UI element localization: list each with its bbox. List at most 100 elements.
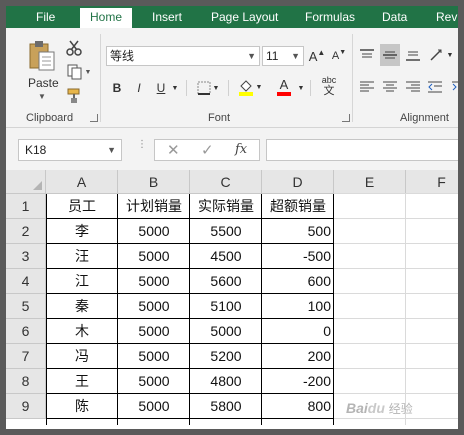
cell-b8[interactable]: 5000 xyxy=(118,369,190,394)
underline-dropdown-icon[interactable]: ▼ xyxy=(170,78,180,98)
cell-a7[interactable]: 冯 xyxy=(46,344,118,369)
cell-c1[interactable]: 实际销量 xyxy=(190,194,262,219)
cell-a8[interactable]: 王 xyxy=(46,369,118,394)
phonetic-button[interactable]: abc 文 xyxy=(316,74,342,98)
cell-a3[interactable]: 汪 xyxy=(46,244,118,269)
enter-icon[interactable]: ✓ xyxy=(201,141,214,159)
cell-b7[interactable]: 5000 xyxy=(118,344,190,369)
grow-font-button[interactable]: A ▲ xyxy=(308,46,326,66)
copy-button[interactable]: ▼ xyxy=(64,62,94,82)
select-all-corner[interactable] xyxy=(6,170,46,194)
font-color-button[interactable]: A xyxy=(270,76,298,98)
align-left-icon xyxy=(360,81,374,92)
row-header-3[interactable]: 3 xyxy=(6,244,46,269)
cell-b5[interactable]: 5000 xyxy=(118,294,190,319)
bold-button[interactable]: B xyxy=(108,78,126,98)
cell-d4[interactable]: 600 xyxy=(262,269,334,294)
borders-button[interactable]: ▼ xyxy=(194,78,222,98)
cell-c9[interactable]: 5800 xyxy=(190,394,262,419)
italic-button[interactable]: I xyxy=(130,78,148,98)
clipboard-launcher-icon[interactable] xyxy=(90,114,98,122)
cell-d5[interactable]: 100 xyxy=(262,294,334,319)
chevron-down-icon: ▼ xyxy=(255,83,263,91)
column-header-c[interactable]: C xyxy=(190,170,262,194)
cell-c5[interactable]: 5100 xyxy=(190,294,262,319)
format-painter-button[interactable] xyxy=(64,86,84,106)
cancel-icon[interactable]: ✕ xyxy=(167,141,180,159)
cell-d6[interactable]: 0 xyxy=(262,319,334,344)
fill-color-button[interactable]: ▼ xyxy=(236,76,264,98)
increase-indent-button[interactable] xyxy=(448,78,458,96)
cell-a2[interactable]: 李 xyxy=(46,219,118,244)
row-header-8[interactable]: 8 xyxy=(6,369,46,394)
cell-b1[interactable]: 计划销量 xyxy=(118,194,190,219)
cell-d8[interactable]: -200 xyxy=(262,369,334,394)
screenshot-frame: File Home Insert Page Layout Formulas Da… xyxy=(0,0,464,435)
row-header-1[interactable]: 1 xyxy=(6,194,46,219)
tab-home[interactable]: Home xyxy=(80,8,133,28)
tab-review[interactable]: Revi xyxy=(436,8,458,28)
paste-label: Paste xyxy=(28,76,59,90)
cell-a4[interactable]: 江 xyxy=(46,269,118,294)
column-header-f[interactable]: F xyxy=(406,170,458,194)
cell-a5[interactable]: 秦 xyxy=(46,294,118,319)
formula-input[interactable] xyxy=(266,139,458,161)
row-header-5[interactable]: 5 xyxy=(6,294,46,319)
cell-c8[interactable]: 4800 xyxy=(190,369,262,394)
tab-file[interactable]: File xyxy=(36,8,55,28)
cell-c3[interactable]: 4500 xyxy=(190,244,262,269)
align-left-button[interactable] xyxy=(358,78,376,96)
cell-d9[interactable]: 800 xyxy=(262,394,334,419)
font-name-combo[interactable]: 等线 ▼ xyxy=(106,46,260,66)
align-bottom-button[interactable] xyxy=(404,46,422,64)
tab-formulas[interactable]: Formulas xyxy=(305,8,355,28)
column-header-e[interactable]: E xyxy=(334,170,406,194)
column-header-a[interactable]: A xyxy=(46,170,118,194)
align-center-button[interactable] xyxy=(381,78,399,96)
gridline xyxy=(334,293,458,294)
paste-button[interactable]: Paste ▼ xyxy=(24,38,60,102)
cell-a1[interactable]: 员工 xyxy=(46,194,118,219)
cell-a6[interactable]: 木 xyxy=(46,319,118,344)
cell-d7[interactable]: 200 xyxy=(262,344,334,369)
row-header-7[interactable]: 7 xyxy=(6,344,46,369)
cell-b4[interactable]: 5000 xyxy=(118,269,190,294)
formula-bar-grip-icon[interactable]: ⋮ xyxy=(137,140,147,158)
row-header-6[interactable]: 6 xyxy=(6,319,46,344)
underline-button[interactable]: U xyxy=(152,78,170,98)
align-middle-button[interactable] xyxy=(380,44,400,66)
tab-data[interactable]: Data xyxy=(382,8,407,28)
font-size-combo[interactable]: 11 ▼ xyxy=(262,46,304,66)
align-right-button[interactable] xyxy=(404,78,422,96)
decrease-indent-button[interactable] xyxy=(426,78,444,96)
cell-b6[interactable]: 5000 xyxy=(118,319,190,344)
font-color-dropdown-icon[interactable]: ▼ xyxy=(296,78,306,98)
cell-c7[interactable]: 5200 xyxy=(190,344,262,369)
tab-insert[interactable]: Insert xyxy=(152,8,182,28)
cell-d3[interactable]: -500 xyxy=(262,244,334,269)
cell-d1[interactable]: 超额销量 xyxy=(262,194,334,219)
row-header-2[interactable]: 2 xyxy=(6,219,46,244)
cell-b2[interactable]: 5000 xyxy=(118,219,190,244)
tab-page-layout[interactable]: Page Layout xyxy=(211,8,278,28)
cell-c2[interactable]: 5500 xyxy=(190,219,262,244)
cell-b9[interactable]: 5000 xyxy=(118,394,190,419)
chevron-down-icon: ▼ xyxy=(38,92,46,101)
cell-c6[interactable]: 5000 xyxy=(190,319,262,344)
column-header-d[interactable]: D xyxy=(262,170,334,194)
gridline xyxy=(334,243,458,244)
name-box[interactable]: K18 ▼ xyxy=(18,139,122,161)
cut-button[interactable] xyxy=(64,38,84,58)
font-launcher-icon[interactable] xyxy=(342,114,350,122)
cell-d2[interactable]: 500 xyxy=(262,219,334,244)
cell-a9[interactable]: 陈 xyxy=(46,394,118,419)
insert-function-icon[interactable]: fx xyxy=(235,142,247,157)
cell-b3[interactable]: 5000 xyxy=(118,244,190,269)
row-header-9[interactable]: 9 xyxy=(6,394,46,419)
row-header-4[interactable]: 4 xyxy=(6,269,46,294)
align-top-button[interactable] xyxy=(358,46,376,64)
column-header-b[interactable]: B xyxy=(118,170,190,194)
orientation-button[interactable]: ▼ xyxy=(426,46,456,64)
shrink-font-button[interactable]: A ▼ xyxy=(330,46,348,66)
cell-c4[interactable]: 5600 xyxy=(190,269,262,294)
